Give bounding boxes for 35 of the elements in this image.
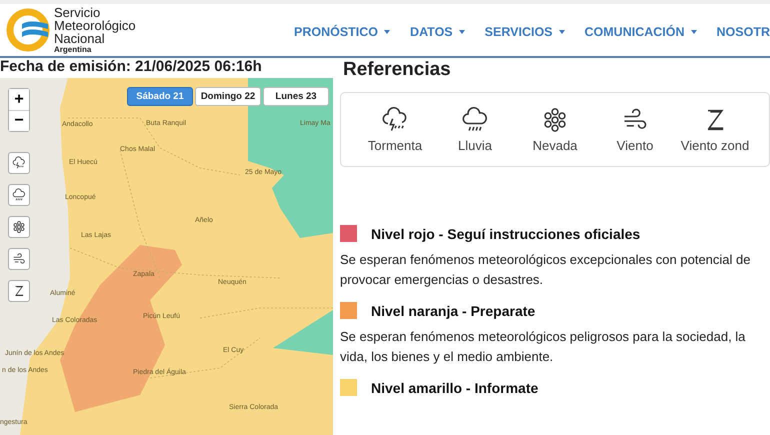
logo-text: Meteorológico <box>54 18 136 32</box>
logo-text: Servicio <box>54 6 102 18</box>
level-title: Nivel rojo - Seguí instrucciones oficiales <box>371 226 640 242</box>
reference-label: Nevada <box>532 138 578 153</box>
reference-label: Viento zond <box>680 138 750 153</box>
level-title: Nivel amarillo - Informate <box>371 380 538 396</box>
layer-button[interactable] <box>8 184 30 206</box>
snowflake-icon <box>12 220 26 234</box>
nav-link[interactable]: NOSOTR <box>716 25 770 39</box>
level-title: Nivel naranja - Preparate <box>371 302 536 318</box>
zoom-out-button[interactable]: − <box>9 110 29 131</box>
layer-button[interactable] <box>8 280 30 302</box>
wind-icon <box>12 252 26 266</box>
day-tab[interactable]: Sábado 21 <box>127 87 193 106</box>
nav-link[interactable]: COMUNICACIÓN <box>584 25 697 39</box>
logo-text: Nacional <box>54 32 105 44</box>
nav-link[interactable]: PRONÓSTICO <box>294 25 390 39</box>
logo-icon <box>6 8 50 52</box>
reference-label: Viento <box>616 138 654 153</box>
nav-link[interactable]: DATOS <box>410 25 465 39</box>
logo-country: Argentina <box>54 44 92 54</box>
rain-icon <box>12 188 26 202</box>
layer-button[interactable] <box>8 248 30 270</box>
reference-label: Tormenta <box>368 138 422 153</box>
reference-label: Lluvia <box>458 138 492 153</box>
layer-button[interactable] <box>8 216 30 238</box>
day-tab[interactable]: Domingo 22 <box>195 87 261 106</box>
nav-link[interactable]: SERVICIOS <box>484 25 565 39</box>
issue-date: Fecha de emisión: 21/06/2025 06:16h <box>0 58 263 77</box>
day-tab[interactable]: Lunes 23 <box>263 87 329 106</box>
storm-icon <box>12 156 26 170</box>
level-description: Se esperan fenómenos meteorológicos peligrosos para la sociedad, la vida, los bienes y el medio ambiente. <box>340 328 746 366</box>
layer-button[interactable] <box>8 152 30 174</box>
level-description: Se esperan fenómenos meteorológicos excepcionales con potencial de provocar emergencias o desastres. <box>340 251 752 289</box>
section-title: Referencias <box>342 58 452 82</box>
